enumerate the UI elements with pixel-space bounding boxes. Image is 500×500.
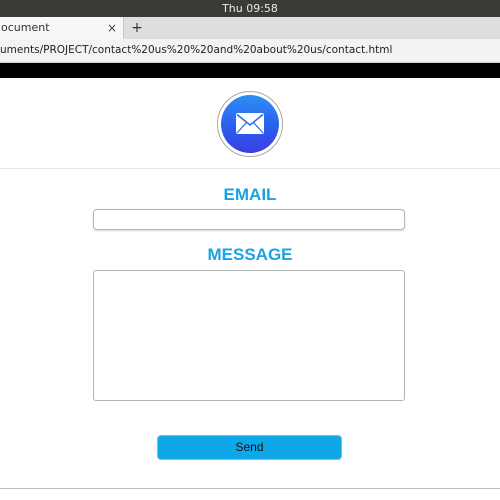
clock[interactable]: Thu 09:58 xyxy=(222,2,278,15)
address-bar[interactable]: uments/PROJECT/contact%20us%20%20and%20a… xyxy=(0,39,500,63)
logo-circle xyxy=(221,95,279,153)
message-label: MESSAGE xyxy=(207,245,293,264)
email-label: EMAIL xyxy=(223,185,277,204)
page-bottom-edge xyxy=(0,488,500,500)
header-divider xyxy=(0,168,500,169)
logo xyxy=(217,91,283,157)
system-top-bar: Thu 09:58 xyxy=(0,0,500,17)
message-field[interactable] xyxy=(93,270,405,401)
new-tab-button[interactable]: + xyxy=(129,17,145,39)
close-tab-icon[interactable]: × xyxy=(107,17,117,39)
send-button[interactable]: Send xyxy=(157,435,342,460)
mail-envelope-icon xyxy=(236,113,264,134)
contact-page: EMAIL MESSAGE Send xyxy=(0,78,500,488)
browser-tab[interactable]: ocument × xyxy=(0,17,124,39)
url-text[interactable]: uments/PROJECT/contact%20us%20%20and%20a… xyxy=(0,39,392,62)
browser-tab-bar: ocument × + xyxy=(0,17,500,39)
toolbar-strip xyxy=(0,63,500,78)
tab-title: ocument xyxy=(1,21,50,34)
email-field[interactable] xyxy=(93,209,405,230)
